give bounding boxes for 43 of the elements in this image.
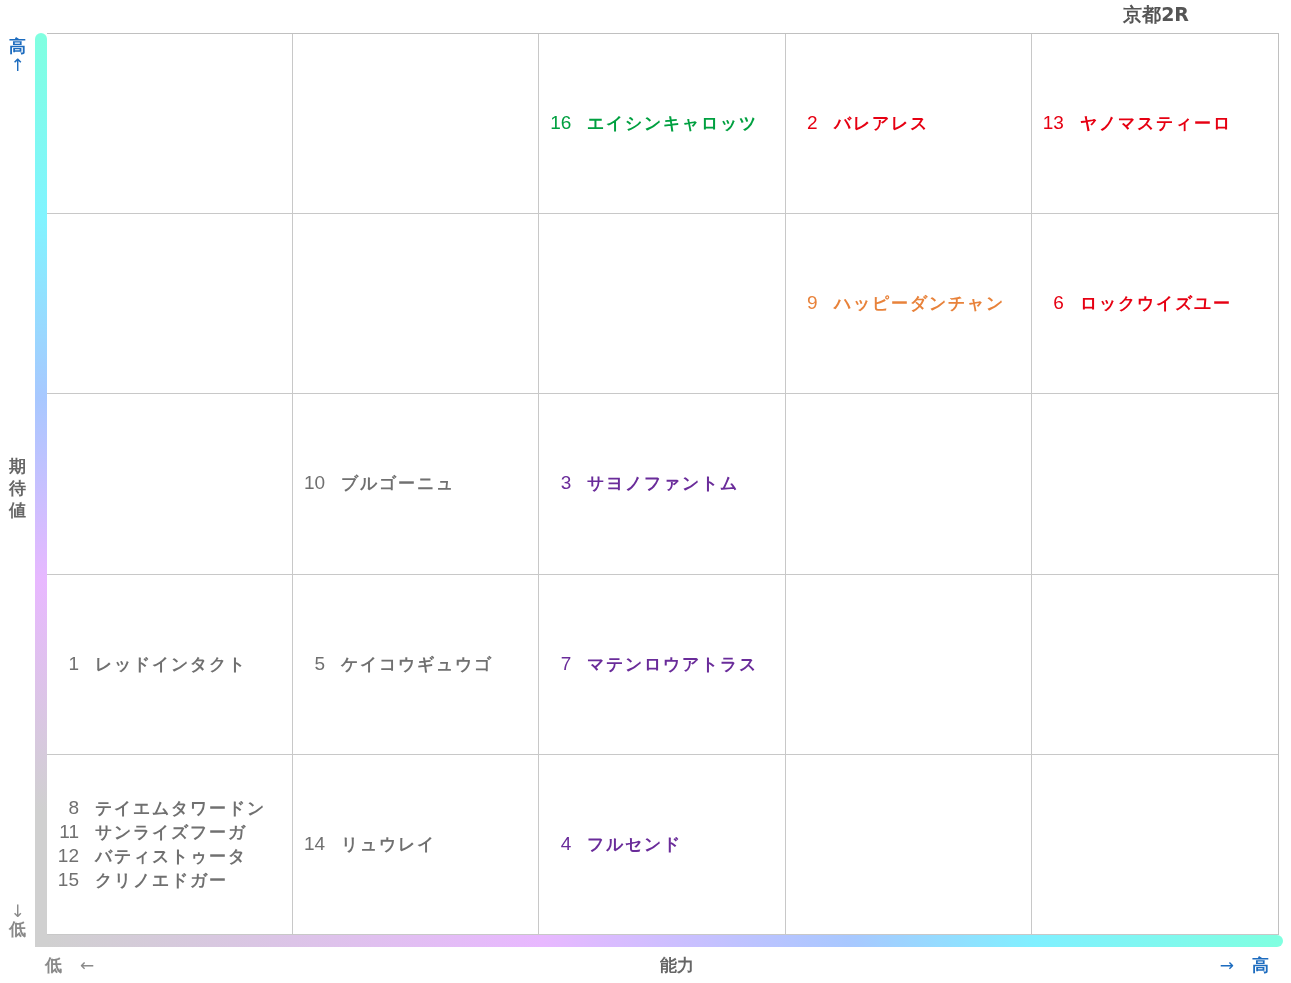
horse-number: 11 [58, 820, 79, 843]
horse-number: 4 [559, 832, 572, 855]
horse-name: マテンロウアトラス [587, 652, 759, 676]
right-arrow: → [1219, 955, 1234, 975]
chart-title: 京都2R [1123, 2, 1189, 27]
horse-number: 15 [56, 868, 79, 891]
horse-name: バティストゥータ [95, 844, 247, 868]
horse-number: 10 [303, 472, 326, 495]
horse-name: テイエムタワードン [95, 796, 266, 820]
horse-name: ケイコウギュウゴ [341, 652, 494, 676]
x-low-label: 低 [45, 955, 62, 975]
horse-name: バレアレス [833, 112, 929, 136]
y-axis-label: 期待値 [9, 454, 26, 522]
horse-name: フルセンド [587, 832, 683, 856]
x-axis-label: 能力 [660, 953, 694, 977]
horse-number: 2 [806, 112, 818, 135]
horse-number: 13 [1041, 112, 1064, 135]
horse-number: 5 [313, 652, 326, 675]
horse-name: ブルゴーニュ [341, 472, 456, 496]
horse-number: 12 [56, 844, 79, 867]
horse-name: クリノエドガー [95, 868, 228, 892]
horse-number: 8 [67, 796, 79, 819]
horse-name: ヤノマスティーロ [1079, 112, 1232, 136]
y-high-label: 高 [9, 37, 26, 56]
horse-name: リュウレイ [341, 832, 437, 856]
horse-name: レッドインタクト [95, 652, 247, 676]
horse-number: 1 [67, 652, 79, 675]
horse-name: サンライズフーガ [95, 820, 247, 844]
horse-number: 7 [559, 652, 572, 675]
y-low-label: 低 [9, 920, 26, 939]
horse-name: エイシンキャロッツ [587, 112, 759, 136]
horse-number: 16 [549, 112, 572, 135]
horse-name: サヨノファントム [587, 472, 740, 496]
down-arrow: ↓ [10, 901, 25, 921]
horse-number: 3 [559, 472, 572, 495]
horse-name: ロックウイズユー [1079, 292, 1232, 316]
horse-number: 9 [806, 292, 818, 315]
horse-number: 6 [1052, 292, 1064, 315]
horse-name: ハッピーダンチャン [833, 292, 1005, 316]
left-arrow: ← [80, 955, 95, 975]
x-high-label: 高 [1252, 955, 1269, 975]
horse-number: 14 [303, 832, 326, 855]
up-arrow: ↑ [10, 55, 25, 75]
